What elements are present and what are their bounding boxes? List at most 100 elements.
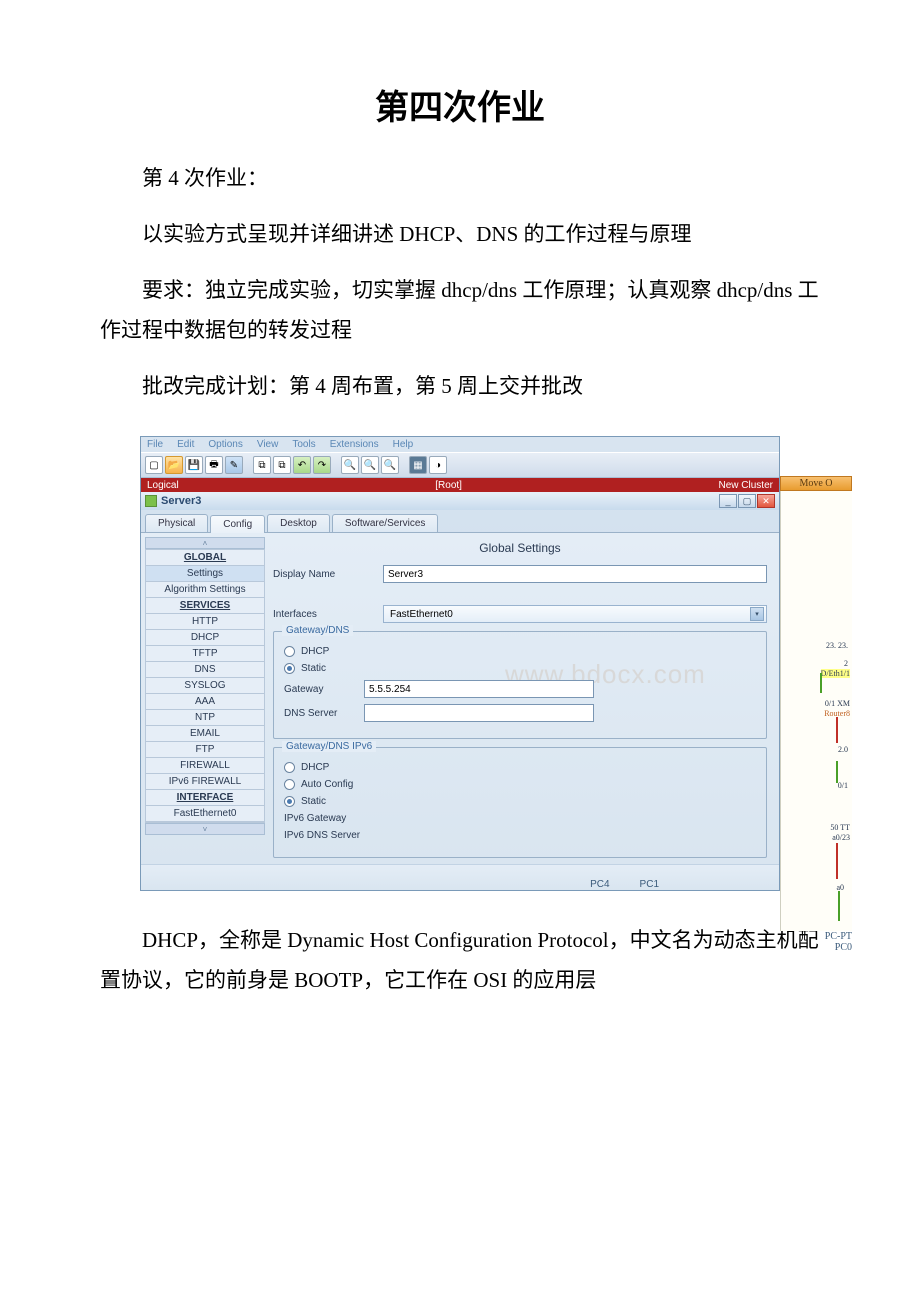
copy-icon[interactable]: ⧉ bbox=[253, 456, 271, 474]
custom-icon[interactable]: ◑ bbox=[429, 456, 447, 474]
sidebar-settings[interactable]: Settings bbox=[146, 566, 264, 582]
ip-label: 23. 23. bbox=[826, 641, 848, 650]
device-bottom-bar bbox=[141, 864, 779, 890]
sidebar-ntp[interactable]: NTP bbox=[146, 710, 264, 726]
sidebar-firewall[interactable]: FIREWALL bbox=[146, 758, 264, 774]
pcpt-label: PC-PT bbox=[825, 931, 852, 942]
num-label: 2 bbox=[844, 659, 848, 668]
settings-panel: www.bdocx.com Global Settings Display Na… bbox=[265, 537, 775, 860]
sidebar-aaa[interactable]: AAA bbox=[146, 694, 264, 710]
toolbar: ▢ 📂 💾 🖶 ✎ ⧉ ⧉ ↶ ↷ 🔍 🔍 🔍 ▦ ◑ bbox=[141, 452, 779, 478]
ipv6-dns-label: IPv6 DNS Server bbox=[284, 830, 360, 841]
sidebar-ftp[interactable]: FTP bbox=[146, 742, 264, 758]
scroll-up-icon[interactable]: ˄ bbox=[145, 537, 265, 549]
logical-label[interactable]: Logical bbox=[147, 480, 179, 491]
zoom-out-icon[interactable]: 🔍 bbox=[381, 456, 399, 474]
tab-physical[interactable]: Physical bbox=[145, 514, 208, 532]
menubar[interactable]: File Edit Options View Tools Extensions … bbox=[141, 437, 779, 452]
radio-static6-label: Static bbox=[301, 796, 326, 807]
root-label: [Root] bbox=[435, 480, 462, 491]
dns-server-label: DNS Server bbox=[284, 708, 354, 719]
menu-edit[interactable]: Edit bbox=[177, 439, 194, 450]
sidebar-http[interactable]: HTTP bbox=[146, 614, 264, 630]
maximize-button[interactable]: ▢ bbox=[738, 494, 756, 508]
menu-tools[interactable]: Tools bbox=[292, 439, 315, 450]
dns-server-input[interactable] bbox=[364, 704, 594, 722]
menu-view[interactable]: View bbox=[257, 439, 279, 450]
zoom-in-icon[interactable]: 🔍 bbox=[341, 456, 359, 474]
tt-label: 50 TT bbox=[830, 823, 850, 832]
new-cluster-label[interactable]: New Cluster bbox=[719, 480, 773, 491]
radio-dhcp-label: DHCP bbox=[301, 646, 329, 657]
move-object-button[interactable]: Move O bbox=[780, 476, 852, 491]
para-3: 要求：独立完成实验，切实掌握 dhcp/dns 工作原理；认真观察 dhcp/d… bbox=[100, 271, 820, 351]
gateway-dns-ipv6-legend: Gateway/DNS IPv6 bbox=[282, 741, 376, 752]
topology-canvas[interactable]: 23. 23. 2 D/Eth1/1 0/1 XM Router8 2.0 0/… bbox=[780, 491, 852, 931]
interfaces-label: Interfaces bbox=[273, 609, 373, 620]
print-icon[interactable]: 🖶 bbox=[205, 456, 223, 474]
display-name-label: Display Name bbox=[273, 569, 373, 580]
config-content: ˄ GLOBAL Settings Algorithm Settings SER… bbox=[141, 532, 779, 864]
radio-static-label: Static bbox=[301, 663, 326, 674]
sidebar-services[interactable]: SERVICES bbox=[146, 598, 264, 614]
ipv6-gateway-label: IPv6 Gateway bbox=[284, 813, 346, 824]
sidebar-global[interactable]: GLOBAL bbox=[146, 550, 264, 566]
pc0-label: PC0 bbox=[835, 942, 852, 953]
radio-static[interactable] bbox=[284, 663, 295, 674]
para-2: 以实验方式呈现并详细讲述 DHCP、DNS 的工作过程与原理 bbox=[100, 215, 820, 255]
gateway-label: Gateway bbox=[284, 684, 354, 695]
radio-autoconfig[interactable] bbox=[284, 779, 295, 790]
interfaces-dropdown[interactable]: FastEthernet0 ▾ bbox=[383, 605, 767, 623]
page-title: 第四次作业 bbox=[100, 80, 820, 129]
gateway-dns-ipv6-fieldset: Gateway/DNS IPv6 DHCP Auto Config Static bbox=[273, 747, 767, 858]
sidebar-interface[interactable]: INTERFACE bbox=[146, 790, 264, 806]
radio-dhcp6-label: DHCP bbox=[301, 762, 329, 773]
para-5: DHCP，全称是 Dynamic Host Configuration Prot… bbox=[100, 921, 820, 1001]
sidebar-tftp[interactable]: TFTP bbox=[146, 646, 264, 662]
zoom-reset-icon[interactable]: 🔍 bbox=[361, 456, 379, 474]
palette-icon[interactable]: ▦ bbox=[409, 456, 427, 474]
radio-dhcp6[interactable] bbox=[284, 762, 295, 773]
menu-extensions[interactable]: Extensions bbox=[330, 439, 379, 450]
sidebar-algorithm[interactable]: Algorithm Settings bbox=[146, 582, 264, 598]
para-4: 批改完成计划：第 4 周布置，第 5 周上交并批改 bbox=[100, 367, 820, 407]
display-name-input[interactable] bbox=[383, 565, 767, 583]
close-button[interactable]: ✕ bbox=[757, 494, 775, 508]
tab-config[interactable]: Config bbox=[210, 515, 265, 533]
redo-icon[interactable]: ↷ bbox=[313, 456, 331, 474]
eth-label: D/Eth1/1 bbox=[821, 669, 850, 678]
menu-file[interactable]: File bbox=[147, 439, 163, 450]
minimize-button[interactable]: _ bbox=[719, 494, 737, 508]
menu-options[interactable]: Options bbox=[208, 439, 242, 450]
pc4-label: PC4 bbox=[590, 879, 609, 890]
window-title: Server3 bbox=[161, 495, 201, 507]
server-icon bbox=[145, 495, 157, 507]
radio-dhcp[interactable] bbox=[284, 646, 295, 657]
sidebar-dns[interactable]: DNS bbox=[146, 662, 264, 678]
device-tabs: Physical Config Desktop Software/Service… bbox=[141, 510, 779, 532]
sidebar-ipv6-firewall[interactable]: IPv6 FIREWALL bbox=[146, 774, 264, 790]
undo-icon[interactable]: ↶ bbox=[293, 456, 311, 474]
config-sidebar: GLOBAL Settings Algorithm Settings SERVI… bbox=[145, 549, 265, 823]
sidebar-email[interactable]: EMAIL bbox=[146, 726, 264, 742]
chevron-down-icon[interactable]: ▾ bbox=[750, 607, 764, 621]
new-icon[interactable]: ▢ bbox=[145, 456, 163, 474]
open-icon[interactable]: 📂 bbox=[165, 456, 183, 474]
ver-label: 2.0 bbox=[838, 745, 848, 754]
gateway-dns-legend: Gateway/DNS bbox=[282, 625, 353, 636]
scroll-down-icon[interactable]: ˅ bbox=[145, 823, 265, 835]
wizard-icon[interactable]: ✎ bbox=[225, 456, 243, 474]
tab-desktop[interactable]: Desktop bbox=[267, 514, 330, 532]
sidebar-dhcp[interactable]: DHCP bbox=[146, 630, 264, 646]
sidebar-syslog[interactable]: SYSLOG bbox=[146, 678, 264, 694]
device-titlebar: Server3 _ ▢ ✕ bbox=[141, 492, 779, 510]
save-icon[interactable]: 💾 bbox=[185, 456, 203, 474]
sidebar-fastethernet0[interactable]: FastEthernet0 bbox=[146, 806, 264, 822]
tab-software[interactable]: Software/Services bbox=[332, 514, 439, 532]
port-label-1: 0/1 XM bbox=[825, 699, 850, 708]
gateway-input[interactable] bbox=[364, 680, 594, 698]
menu-help[interactable]: Help bbox=[393, 439, 414, 450]
radio-static6[interactable] bbox=[284, 796, 295, 807]
paste-icon[interactable]: ⧉ bbox=[273, 456, 291, 474]
logical-bar: Logical [Root] New Cluster bbox=[141, 478, 779, 492]
